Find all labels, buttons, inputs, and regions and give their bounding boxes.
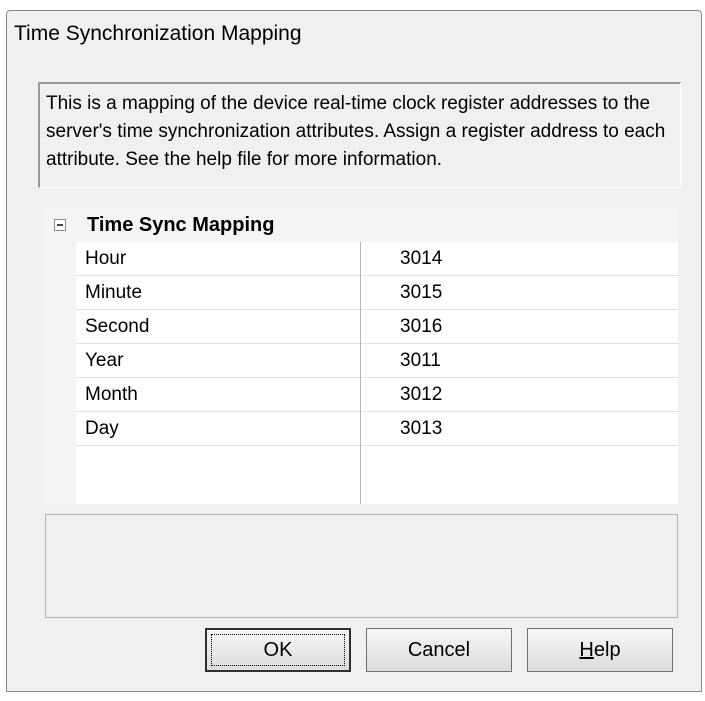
collapse-icon[interactable] xyxy=(54,219,66,231)
dialog-title: Time Synchronization Mapping xyxy=(14,22,302,45)
help-pane xyxy=(45,514,678,618)
cancel-button[interactable]: Cancel xyxy=(366,628,512,672)
property-name: Year xyxy=(85,350,124,371)
property-row-month[interactable]: Month 3012 xyxy=(76,378,678,412)
property-value[interactable]: 3016 xyxy=(400,316,442,338)
property-value[interactable]: 3015 xyxy=(400,282,442,304)
property-value[interactable]: 3013 xyxy=(400,418,442,440)
property-name: Month xyxy=(85,384,138,405)
property-name: Minute xyxy=(85,282,143,303)
help-button[interactable]: Help xyxy=(527,628,673,672)
help-label-rest: elp xyxy=(593,638,621,661)
property-row-second[interactable]: Second 3016 xyxy=(76,310,678,344)
grid-gutter xyxy=(45,242,76,504)
ok-label: OK xyxy=(263,638,293,661)
description-text: This is a mapping of the device real-tim… xyxy=(38,82,681,188)
property-row-minute[interactable]: Minute 3015 xyxy=(76,276,678,310)
property-value[interactable]: 3011 xyxy=(400,350,441,372)
group-header[interactable]: Time Sync Mapping xyxy=(45,208,678,242)
property-value[interactable]: 3014 xyxy=(400,248,442,270)
group-label: Time Sync Mapping xyxy=(87,214,275,236)
column-divider[interactable] xyxy=(360,242,361,504)
property-name: Hour xyxy=(85,248,127,269)
property-value[interactable]: 3012 xyxy=(400,384,442,406)
property-grid: Time Sync Mapping Hour 3014 Minute 3015 … xyxy=(45,208,678,504)
ok-button[interactable]: OK xyxy=(205,628,351,672)
property-row-day[interactable]: Day 3013 xyxy=(76,412,678,446)
property-name: Day xyxy=(85,418,119,439)
help-mnemonic: H xyxy=(579,638,594,661)
help-label: Help xyxy=(579,639,620,662)
property-row-hour[interactable]: Hour 3014 xyxy=(76,242,678,276)
property-row-year[interactable]: Year 3011 xyxy=(76,344,678,378)
property-name: Second xyxy=(85,316,150,337)
cancel-label: Cancel xyxy=(407,638,471,661)
